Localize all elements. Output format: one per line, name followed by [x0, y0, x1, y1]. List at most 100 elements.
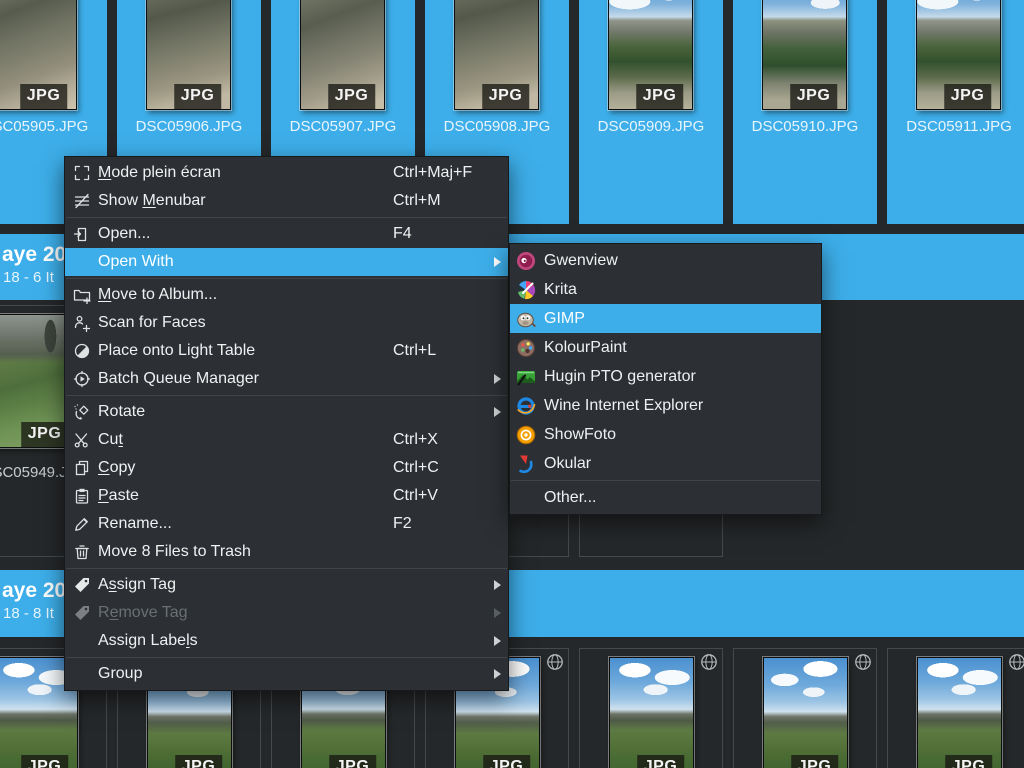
- menu-item-label: Rotate: [98, 403, 145, 421]
- geolocation-globe-icon: [700, 653, 718, 671]
- tag-icon: [73, 576, 91, 594]
- menu-item-gimp[interactable]: GIMP: [510, 304, 821, 333]
- photo-thumbnail[interactable]: JPG: [454, 0, 539, 110]
- photo-thumbnail[interactable]: JPG: [608, 0, 693, 110]
- thumbnail-cell[interactable]: JPGDSC05909.JPG: [579, 0, 723, 224]
- menu-item-showfoto[interactable]: ShowFoto: [510, 420, 821, 449]
- menu-item-label: Remove Tag: [98, 604, 188, 622]
- menu-item-label: Move to Album...: [98, 286, 217, 304]
- menu-item-move-8-files-to-trash[interactable]: Move 8 Files to Trash: [65, 538, 508, 566]
- menu-item-copy[interactable]: CopyCtrl+C: [65, 454, 508, 482]
- menu-item-label: Assign Tag: [98, 576, 176, 594]
- submenu-arrow-icon: [494, 608, 501, 618]
- menu-item-label: Krita: [544, 281, 577, 299]
- menu-item-label: Paste: [98, 487, 139, 505]
- no-icon: [73, 253, 91, 271]
- trash-icon: [73, 543, 91, 561]
- menu-item-cut[interactable]: CutCtrl+X: [65, 426, 508, 454]
- menu-item-rotate[interactable]: Rotate: [65, 398, 508, 426]
- submenu-arrow-icon: [494, 669, 501, 679]
- photo-thumbnail[interactable]: JPG: [146, 0, 231, 110]
- menu-item-gwenview[interactable]: Gwenview: [510, 246, 821, 275]
- thumbnail-cell[interactable]: JPG: [887, 648, 1024, 768]
- photo-thumbnail[interactable]: JPG: [762, 0, 847, 110]
- person-plus-icon: [73, 314, 91, 332]
- rename-icon: [73, 515, 91, 533]
- photo-thumbnail[interactable]: JPG: [917, 657, 1002, 768]
- menubar-icon: [73, 192, 91, 210]
- menu-item-open-with[interactable]: Open With: [65, 248, 508, 276]
- menu-separator: [66, 395, 507, 396]
- rotate-icon: [73, 403, 91, 421]
- copy-icon: [73, 459, 91, 477]
- scissors-icon: [73, 431, 91, 449]
- context-menu: Mode plein écranCtrl+Maj+F Show Menubar Ct…: [64, 156, 509, 691]
- menu-item-remove-tag: Remove Tag: [65, 599, 508, 627]
- menu-item-scan-for-faces[interactable]: Scan for Faces: [65, 309, 508, 337]
- menu-item-shortcut: Ctrl+M: [393, 192, 441, 210]
- menu-separator: [511, 480, 820, 481]
- thumbnail-cell[interactable]: JPG: [579, 648, 723, 768]
- photo-thumbnail[interactable]: JPG: [0, 0, 77, 110]
- format-badge: JPG: [791, 755, 839, 768]
- menu-item-label: Scan for Faces: [98, 314, 206, 332]
- menu-item-paste[interactable]: Paste Ctrl+V: [65, 482, 508, 510]
- menu-item-label: Mode plein écran: [98, 164, 221, 182]
- digikam-window: JPGDSC05905.JPGJPGDSC05906.JPGJPGDSC0590…: [0, 0, 1024, 768]
- hugin-icon: [516, 367, 536, 387]
- menu-item-label: Rename...: [98, 515, 172, 533]
- menu-item-move-to-album[interactable]: Move to Album...: [65, 281, 508, 309]
- menu-item-group[interactable]: Group: [65, 660, 508, 688]
- menu-item-label: Open...: [98, 225, 150, 243]
- photo-thumbnail[interactable]: JPG: [609, 657, 694, 768]
- menu-item-okular[interactable]: Okular: [510, 449, 821, 478]
- submenu-arrow-icon: [494, 407, 501, 417]
- photo-thumbnail[interactable]: JPG: [300, 0, 385, 110]
- gimp-icon: [516, 309, 536, 329]
- tag-disabled-icon: [73, 604, 91, 622]
- menu-item-show-menubar[interactable]: Show Menubar Ctrl+M: [65, 187, 508, 215]
- format-badge: JPG: [945, 755, 993, 768]
- format-badge: JPG: [175, 755, 223, 768]
- photo-thumbnail[interactable]: JPG: [916, 0, 1001, 110]
- format-badge: JPG: [636, 84, 684, 109]
- menu-item-kolourpaint[interactable]: KolourPaint: [510, 333, 821, 362]
- kolourpaint-icon: [516, 338, 536, 358]
- menu-item-other[interactable]: Other...: [510, 483, 821, 512]
- menu-item-label: Show Menubar: [98, 192, 206, 210]
- menu-item-mode-plein-cran[interactable]: Mode plein écranCtrl+Maj+F: [65, 159, 508, 187]
- menu-item-assign-labels[interactable]: Assign Labels: [65, 627, 508, 655]
- menu-item-assign-tag[interactable]: Assign Tag: [65, 571, 508, 599]
- menu-item-shortcut: Ctrl+X: [393, 431, 438, 449]
- format-badge: JPG: [637, 755, 685, 768]
- menu-item-shortcut: Ctrl+V: [393, 487, 438, 505]
- no-icon: [73, 632, 91, 650]
- menu-separator: [66, 217, 507, 218]
- thumbnail-cell[interactable]: JPG: [733, 648, 877, 768]
- menu-item-label: Move 8 Files to Trash: [98, 543, 251, 561]
- menu-item-open[interactable]: Open...F4: [65, 220, 508, 248]
- menu-item-rename[interactable]: Rename...F2: [65, 510, 508, 538]
- open-with-submenu: Gwenview Krita GIMP KolourPaint Hugin PTO ge…: [509, 243, 822, 515]
- menu-item-label: Hugin PTO generator: [544, 368, 696, 386]
- folder-plus-icon: [73, 286, 91, 304]
- menu-item-label: Batch Queue Manager: [98, 370, 259, 388]
- format-badge: JPG: [20, 84, 68, 109]
- format-badge: JPG: [790, 84, 838, 109]
- menu-item-krita[interactable]: Krita: [510, 275, 821, 304]
- photo-thumbnail[interactable]: JPG: [763, 657, 848, 768]
- no-icon: [516, 488, 536, 508]
- wine-ie-icon: [516, 396, 536, 416]
- format-badge: JPG: [944, 84, 992, 109]
- menu-item-hugin-pto-generator[interactable]: Hugin PTO generator: [510, 362, 821, 391]
- menu-item-label: Place onto Light Table: [98, 342, 255, 360]
- thumbnail-cell[interactable]: JPGDSC05911.JPG: [887, 0, 1024, 224]
- submenu-arrow-icon: [494, 374, 501, 384]
- menu-item-place-onto-light-table[interactable]: Place onto Light TableCtrl+L: [65, 337, 508, 365]
- menu-item-batch-queue-manager[interactable]: Batch Queue Manager: [65, 365, 508, 393]
- menu-item-label: Other...: [544, 489, 596, 507]
- menu-item-wine-internet-explorer[interactable]: Wine Internet Explorer: [510, 391, 821, 420]
- thumbnail-cell[interactable]: JPGDSC05910.JPG: [733, 0, 877, 224]
- menu-item-label: KolourPaint: [544, 339, 627, 357]
- menu-item-label: Open With: [98, 253, 174, 271]
